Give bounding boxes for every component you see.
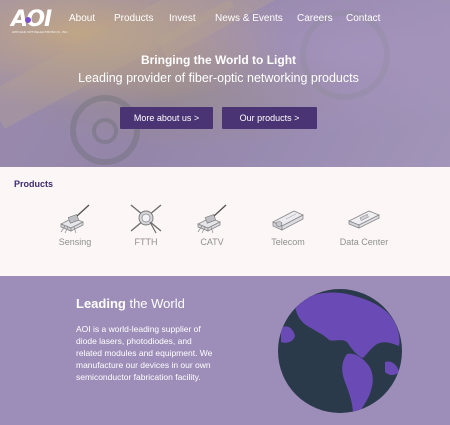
logo-subtext: APPLIED OPTOELECTRONICS, INC. [12, 30, 69, 34]
products-section: Products Sensing FTTH CATV Telecom Data … [0, 167, 450, 276]
to-can-laser-icon [130, 204, 162, 234]
nav-item-about[interactable]: About [69, 13, 95, 24]
product-label: FTTH [134, 237, 158, 247]
nav-item-careers[interactable]: Careers [297, 13, 333, 24]
world-title-rest: the World [125, 296, 185, 311]
nav-item-contact[interactable]: Contact [346, 13, 380, 24]
sfp-transceiver-icon [272, 210, 304, 231]
laser-pigtail-icon [197, 204, 227, 234]
product-sensing[interactable]: Sensing [40, 202, 110, 257]
laser-pigtail-icon [60, 204, 90, 234]
world-section-body: AOI is a world-leading supplier of diode… [76, 324, 213, 382]
nav-item-invest[interactable]: Invest [169, 13, 196, 24]
leading-the-world-section: Leading the World AOI is a world-leading… [0, 276, 450, 425]
product-catv[interactable]: CATV [177, 202, 247, 257]
hero-title: Bringing the World to Light [140, 53, 297, 67]
main-nav: About Products Invest News & Events Care… [0, 13, 450, 27]
product-ftth[interactable]: FTTH [111, 202, 181, 257]
product-data-center[interactable]: Data Center [329, 202, 399, 257]
product-label: Telecom [271, 237, 305, 247]
nav-item-products[interactable]: Products [114, 13, 153, 24]
hero-banner: AOI APPLIED OPTOELECTRONICS, INC. About … [0, 0, 450, 167]
product-label: CATV [200, 237, 224, 247]
hero-subtitle: Leading provider of fiber-optic networki… [78, 71, 359, 85]
transceiver-module-icon [348, 210, 380, 229]
product-label: Data Center [339, 237, 389, 247]
product-label: Sensing [58, 237, 92, 247]
globe-icon [278, 289, 402, 413]
product-telecom[interactable]: Telecom [253, 202, 323, 257]
more-about-us-button[interactable]: More about us > [120, 107, 213, 129]
products-heading: Products [14, 179, 54, 189]
world-section-title: Leading the World [76, 296, 185, 311]
world-title-bold: Leading [76, 296, 126, 311]
our-products-button[interactable]: Our products > [222, 107, 317, 129]
nav-item-news-events[interactable]: News & Events [215, 13, 283, 24]
